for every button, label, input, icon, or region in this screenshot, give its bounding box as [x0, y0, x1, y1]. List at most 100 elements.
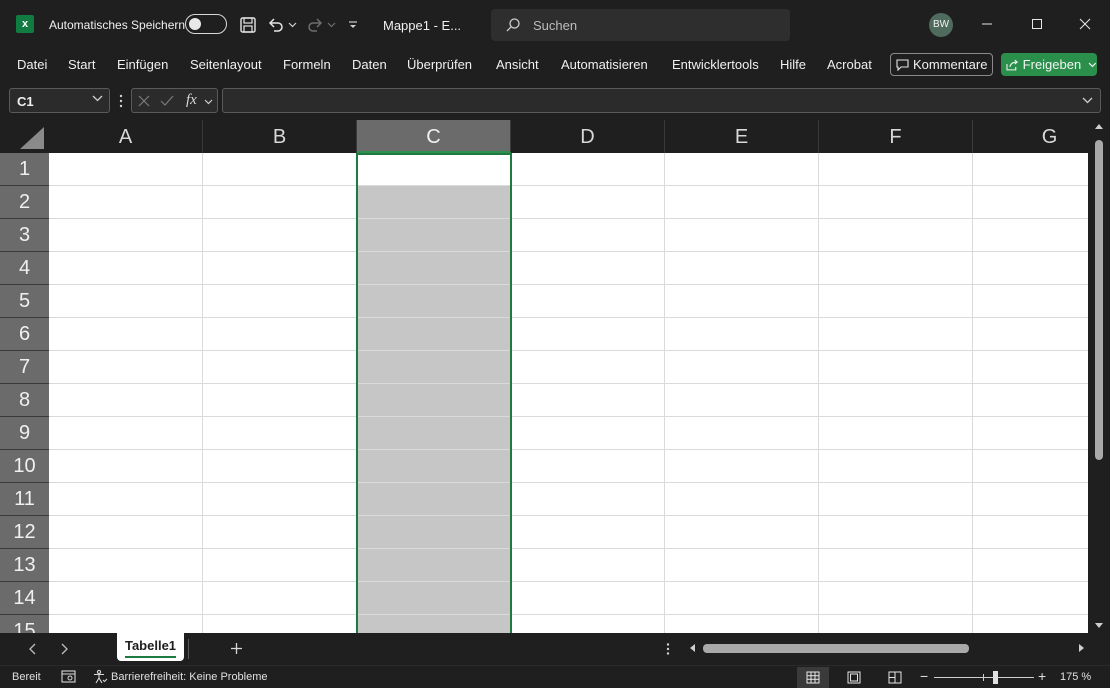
column-header-g[interactable]: G — [973, 120, 1088, 153]
name-box-value: C1 — [17, 94, 34, 109]
chevron-down-icon[interactable] — [204, 99, 213, 105]
menu-item-ueberpruefen[interactable]: Überprüfen — [407, 57, 472, 72]
share-button[interactable]: Freigeben — [1001, 53, 1097, 76]
save-icon[interactable] — [237, 13, 259, 37]
add-sheet-icon[interactable] — [230, 642, 243, 655]
column-header-d[interactable]: D — [511, 120, 665, 153]
expand-formula-chevron-down-icon[interactable] — [1082, 97, 1093, 104]
vertical-scroll-thumb[interactable] — [1095, 140, 1103, 460]
close-icon[interactable] — [1073, 12, 1097, 36]
menu-item-einfuegen[interactable]: Einfügen — [117, 57, 168, 72]
gridline — [49, 614, 1088, 615]
page-break-icon — [888, 671, 902, 684]
column-header-e[interactable]: E — [665, 120, 819, 153]
scroll-left-icon[interactable] — [689, 643, 696, 653]
status-ready: Bereit — [12, 671, 41, 683]
column-header-c[interactable]: C — [357, 120, 511, 153]
document-title[interactable]: Mappe1 - E... — [383, 18, 461, 33]
menu-item-daten[interactable]: Daten — [352, 57, 387, 72]
worksheet-grid[interactable]: A B C D E F G 1 2 3 4 5 6 7 8 9 10 11 12… — [0, 120, 1088, 633]
gridline — [49, 449, 1088, 450]
customize-toolbar-icon[interactable] — [346, 13, 360, 37]
comments-button[interactable]: Kommentare — [890, 53, 993, 76]
previous-sheet-icon[interactable] — [28, 643, 36, 655]
select-all-button[interactable] — [0, 120, 49, 153]
comment-icon — [896, 58, 909, 71]
row-header[interactable]: 14 — [0, 582, 49, 615]
row-header[interactable]: 2 — [0, 186, 49, 219]
row-header[interactable]: 11 — [0, 483, 49, 516]
scroll-down-icon[interactable] — [1094, 622, 1104, 629]
macro-recorder-icon[interactable] — [61, 670, 76, 683]
page-break-view-button[interactable] — [879, 667, 911, 688]
menu-item-start[interactable]: Start — [68, 57, 95, 72]
row-header[interactable]: 6 — [0, 318, 49, 351]
row-header[interactable]: 10 — [0, 450, 49, 483]
zoom-out-button[interactable]: − — [920, 668, 928, 684]
row-header[interactable]: 13 — [0, 549, 49, 582]
zoom-in-button[interactable]: + — [1038, 668, 1046, 684]
column-header-f[interactable]: F — [819, 120, 973, 153]
scroll-up-icon[interactable] — [1094, 123, 1104, 130]
column-header-a[interactable]: A — [49, 120, 203, 153]
confirm-check-icon[interactable] — [160, 95, 174, 107]
menu-item-entwicklertools[interactable]: Entwicklertools — [672, 57, 759, 72]
row-header[interactable]: 7 — [0, 351, 49, 384]
normal-view-button[interactable] — [797, 667, 829, 688]
next-sheet-icon[interactable] — [61, 643, 69, 655]
menu-item-datei[interactable]: Datei — [17, 57, 47, 72]
row-header[interactable]: 3 — [0, 219, 49, 252]
row-header[interactable]: 9 — [0, 417, 49, 450]
row-header[interactable]: 1 — [0, 153, 49, 186]
page-layout-view-button[interactable] — [838, 667, 870, 688]
formula-controls: fx — [131, 88, 218, 113]
chevron-down-icon[interactable] — [1088, 62, 1097, 68]
zoom-slider-thumb[interactable] — [993, 671, 998, 684]
autosave-toggle[interactable] — [185, 14, 227, 34]
zoom-level[interactable]: 175 % — [1060, 671, 1091, 683]
name-box[interactable]: C1 — [9, 88, 110, 113]
redo-dropdown-chevron-down-icon[interactable] — [325, 13, 337, 37]
gridline — [49, 350, 1088, 351]
gridline — [49, 548, 1088, 549]
zoom-slider-center-mark — [983, 674, 984, 681]
share-icon — [1006, 59, 1019, 70]
formula-input[interactable] — [222, 88, 1101, 113]
active-cell-selection[interactable] — [356, 153, 512, 633]
row-header[interactable]: 12 — [0, 516, 49, 549]
scroll-right-icon[interactable] — [1078, 643, 1085, 653]
insert-function-button[interactable]: fx — [186, 92, 197, 109]
horizontal-scroll-thumb[interactable] — [703, 644, 969, 653]
more-options-icon[interactable] — [666, 642, 670, 656]
toggle-knob — [189, 18, 201, 30]
undo-dropdown-chevron-down-icon[interactable] — [286, 13, 298, 37]
maximize-icon[interactable] — [1025, 12, 1049, 36]
grid-view-icon — [806, 671, 820, 684]
gridline — [49, 251, 1088, 252]
more-options-icon[interactable] — [119, 93, 123, 109]
avatar[interactable]: BW — [929, 13, 953, 37]
status-bar: Bereit Barrierefreiheit: Keine Probleme … — [0, 665, 1110, 688]
gridline — [972, 153, 973, 633]
menu-item-formeln[interactable]: Formeln — [283, 57, 331, 72]
zoom-slider[interactable] — [934, 677, 1034, 678]
menu-item-automatisieren[interactable]: Automatisieren — [561, 57, 648, 72]
search-box[interactable]: Suchen — [491, 9, 790, 41]
accessibility-icon[interactable] — [93, 669, 108, 684]
undo-icon[interactable] — [266, 13, 286, 37]
row-header[interactable]: 4 — [0, 252, 49, 285]
accessibility-status[interactable]: Barrierefreiheit: Keine Probleme — [111, 671, 268, 683]
menu-item-hilfe[interactable]: Hilfe — [780, 57, 806, 72]
row-header[interactable]: 8 — [0, 384, 49, 417]
menu-item-seitenlayout[interactable]: Seitenlayout — [190, 57, 262, 72]
redo-icon[interactable] — [305, 13, 325, 37]
menu-item-acrobat[interactable]: Acrobat — [827, 57, 872, 72]
autosave-label: Automatisches Speichern — [49, 18, 186, 32]
chevron-down-icon[interactable] — [92, 95, 103, 102]
menu-item-ansicht[interactable]: Ansicht — [496, 57, 539, 72]
cancel-icon[interactable] — [138, 95, 150, 107]
row-header[interactable]: 15 — [0, 615, 49, 633]
minimize-icon[interactable] — [975, 12, 999, 36]
row-header[interactable]: 5 — [0, 285, 49, 318]
column-header-b[interactable]: B — [203, 120, 357, 153]
